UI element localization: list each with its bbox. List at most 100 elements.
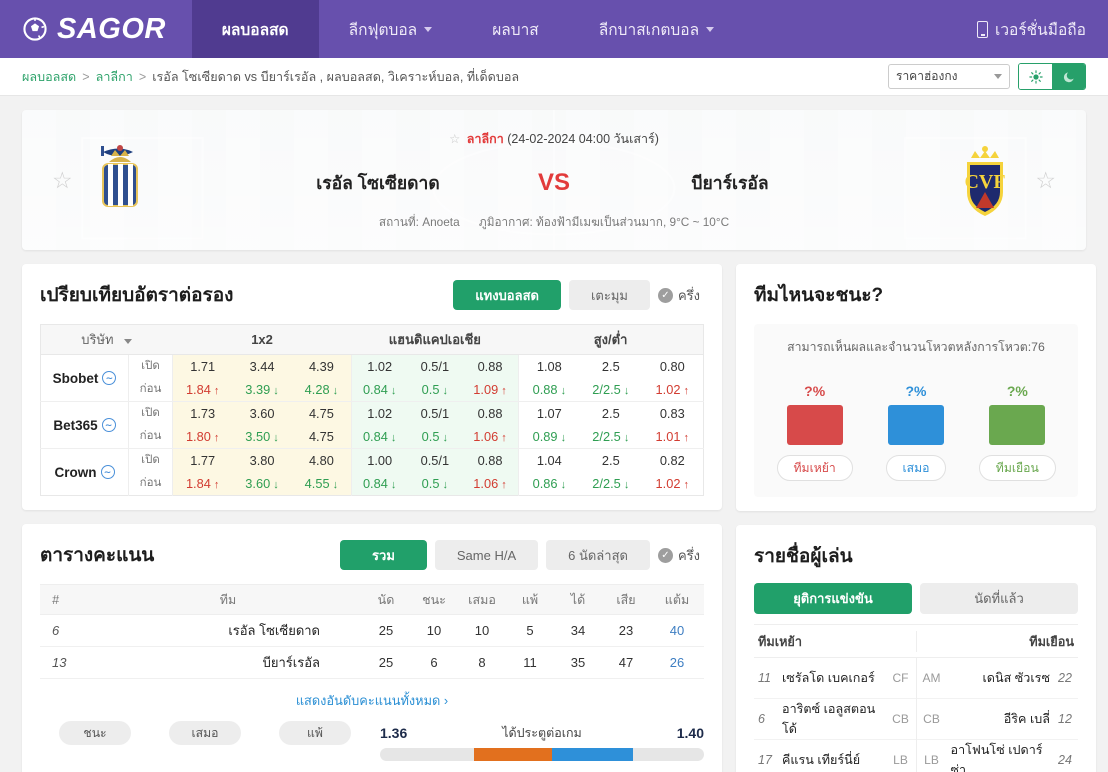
odds-1x2-cell[interactable]: 1.77 3.80 4.80 1.843.604.55 [172,448,353,496]
lineup-away-header: ทีมเยือน [915,630,1079,652]
lineup-panel-title: รายชื่อผู้เล่น [754,546,853,567]
away-team-name[interactable]: บียาร์เรอัล [640,169,820,197]
breadcrumb-current: เรอัล โซเซียดาด vs บียาร์เรอัล , ผลบอลสด… [152,69,520,84]
league-name[interactable]: ลาลีกา [467,132,504,146]
label-before: ก่อน [139,383,162,395]
company-name: Sbobet [52,370,99,386]
standings-col-points: แต้ม [650,584,704,615]
lineup-home-player: 17 คีแรน เทียร์นี่ย์ LB [754,750,916,770]
mobile-version-label: เวอร์ชั่นมือถือ [995,21,1086,39]
odds-col-company[interactable]: บริษัท [40,324,173,355]
vote-button-home[interactable]: ทีมเหย้า [776,455,853,481]
nav-item-label: ลีกฟุตบอล [348,21,418,39]
odds-value: 3.44 [249,359,275,374]
tab-corners[interactable]: เตะมุม [568,280,650,310]
lineup-away-player: LB อาโฟนโซ่ เปดาร์ซ่า 24 [915,739,1079,772]
odds-format-select[interactable]: ราคาฮ่องกง [888,64,1010,89]
favorite-home-star-icon[interactable]: ☆ [52,167,73,194]
odds-value: 0.5/1 [420,406,450,421]
tab-overall[interactable]: รวม [340,540,427,570]
vote-bar [887,405,944,445]
top-navigation-bar: SAGOR ผลบอลสด ลีกฟุตบอล ผลบาส ลีกบาสเกตบ… [0,0,1108,58]
venue-text: สถานที่: Anoeta [378,214,460,229]
expand-company-icon[interactable]: ∼ [101,418,116,432]
odds-1x2-cell[interactable]: 1.71 3.44 4.39 1.843.394.28 [172,354,353,402]
player-number: 24 [1058,753,1072,767]
brand-logo[interactable]: SAGOR [0,0,192,58]
standings-panel-header: ตารางคะแนน รวม Same H/A 6 นัดล่าสุด ✓ คร… [40,540,704,570]
standings-col-team: ทีม [94,584,362,615]
odds-ou-cell[interactable]: 1.04 2.5 0.82 0.862/2.51.02 [518,448,704,496]
odds-value: 2/2.5 [580,472,641,495]
soccer-ball-icon [23,17,47,41]
player-number: 6 [758,712,765,726]
odds-ou-cell[interactable]: 1.07 2.5 0.83 0.892/2.51.01 [518,401,704,449]
lineup-home-player: 11 เซรัลโด เบคเกอร์ CF [754,668,916,688]
tab-same-ha[interactable]: Same H/A [434,540,539,570]
player-name: อาโฟนโซ่ เปดาร์ซ่า [950,743,1043,772]
pill-win[interactable]: ชนะ [59,721,131,745]
expand-company-icon[interactable]: ∼ [102,371,117,385]
odds-row-labels: เปิด ก่อน [128,401,173,449]
favorite-away-star-icon[interactable]: ☆ [1035,167,1056,194]
table-row[interactable]: 13 บียาร์เรอัล 25 6 8 11 35 47 26 [40,646,704,679]
list-item[interactable]: 17 คีแรน เทียร์นี่ย์ LB LB อาโฟนโซ่ เปดา… [754,739,1079,772]
odds-value: 0.82 [659,453,685,468]
player-position: CB [923,712,940,726]
vote-button-away[interactable]: ทีมเยือน [978,455,1056,481]
odds-ou-cell[interactable]: 1.08 2.5 0.80 0.882/2.51.02 [518,354,704,402]
theme-toggle-group [1018,63,1086,90]
pill-loss[interactable]: แพ้ [279,721,351,745]
nav-item-basketball-scores[interactable]: ผลบาส [462,0,569,58]
player-number: 12 [1058,712,1072,726]
favorite-league-star-icon[interactable]: ☆ [449,132,460,146]
standings-col-ga: เสีย [602,584,650,615]
venue-weather-line: สถานที่: Anoeta ภูมิอากาศ: ท้องฟ้ามีเมฆเ… [232,213,876,232]
vote-percent: ?% [1006,383,1028,399]
standings-half-checkbox[interactable]: ✓ ครึ่ง [657,540,704,570]
row-win: 6 [410,646,458,679]
odds-1x2-cell[interactable]: 1.73 3.60 4.75 1.803.50 4.75 [172,401,353,449]
expand-company-icon[interactable]: ∼ [100,465,115,479]
list-item[interactable]: 6 อาริตซ์ เอลูสตอนโด้ CB CB อีริค เบลี่ … [754,698,1078,740]
nav-item-mobile-version[interactable]: เวอร์ชั่นมือถือ [967,0,1108,58]
vote-option-home: ?% ทีมเหย้า [769,383,861,481]
odds-ah-cell[interactable]: 1.02 0.5/1 0.88 0.840.51.09 [351,354,519,402]
table-row[interactable]: 6 เรอัล โซเซียดาด 25 10 10 5 34 23 40 [40,614,704,647]
odds-value: 4.28 [292,378,351,401]
row-draw: 8 [458,646,506,679]
odds-value: 1.80 [173,425,232,448]
dark-theme-button[interactable] [1052,64,1085,89]
odds-value: 1.07 [536,406,562,421]
half-label: ครึ่ง [677,547,700,563]
light-theme-button[interactable] [1019,64,1052,89]
vote-button-draw[interactable]: เสมอ [885,455,947,481]
odds-ah-cell[interactable]: 1.00 0.5/1 0.88 0.840.51.06 [351,448,519,496]
track-spacer [380,748,474,761]
list-item[interactable]: 11 เซรัลโด เบคเกอร์ CF AM เดนิส ซัวเรซ 2… [754,657,1078,699]
pill-draw[interactable]: เสมอ [169,721,241,745]
home-team-name[interactable]: เรอัล โซเซียดาด [288,169,468,197]
odds-value: 3.60 [232,472,291,495]
odds-value: 1.08 [536,359,562,374]
tab-last-6[interactable]: 6 นัดล่าสุด [546,540,650,570]
row-points: 40 [650,614,704,647]
odds-value: 3.50 [232,425,291,448]
nav-item-live-scores[interactable]: ผลบอลสด [191,0,319,58]
nav-item-football-leagues[interactable]: ลีกฟุตบอล [319,0,463,58]
breadcrumb-league[interactable]: ลาลีกา [96,67,133,87]
tab-previous-match[interactable]: นัดที่แล้ว [920,583,1078,614]
odds-value: 0.83 [659,406,685,421]
show-all-standings-link[interactable]: แสดงอันดับคะแนนทั้งหมด › [40,679,704,715]
half-checkbox[interactable]: ✓ ครึ่ง [657,280,704,310]
odds-ah-cell[interactable]: 1.02 0.5/1 0.88 0.840.51.06 [351,401,519,449]
odds-value: 0.5 [407,472,462,495]
odds-value: 0.5 [407,425,462,448]
nav-item-basketball-leagues[interactable]: ลีกบาสเกตบอล [569,0,744,58]
odds-col-asian-handicap: แฮนดิแคปเอเชีย [351,324,519,355]
tab-live-betting[interactable]: แทงบอลสด [453,280,561,310]
breadcrumb-home[interactable]: ผลบอลสด [22,67,76,87]
vs-label: VS [537,168,570,196]
tab-match-ended[interactable]: ยุติการแข่งขัน [754,583,912,614]
svg-text:CVF: CVF [965,171,1006,193]
